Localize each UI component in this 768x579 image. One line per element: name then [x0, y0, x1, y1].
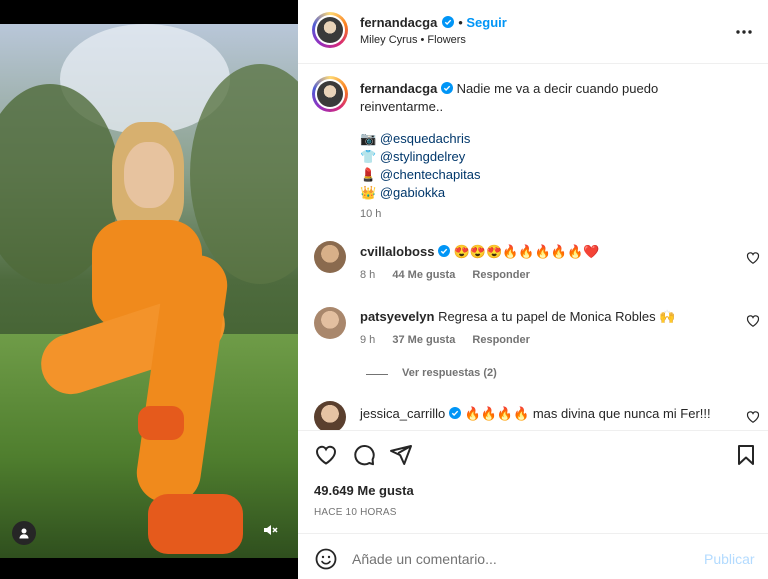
mention-link[interactable]: @chentechapitas: [380, 167, 481, 182]
follow-button[interactable]: Seguir: [466, 15, 506, 30]
caption-text-line2: reinventarme..: [360, 99, 444, 114]
verified-badge-icon: [438, 245, 451, 257]
credit-line: 👑 @gabiokka: [360, 184, 740, 202]
like-comment-heart-icon[interactable]: [746, 314, 760, 328]
comments-scroll-area[interactable]: fernandacga Nadie me va a decir cuando p…: [298, 64, 768, 430]
comment-text: 🔥🔥🔥🔥 mas divina que nunca mi Fer!!!: [464, 406, 711, 421]
avatar[interactable]: [314, 307, 346, 339]
shirt-icon: 👕: [360, 149, 377, 164]
caption: fernandacga Nadie me va a decir cuando p…: [360, 80, 740, 220]
post-time[interactable]: HACE 10 HORAS: [314, 507, 397, 518]
share-plane-icon[interactable]: [389, 443, 413, 467]
more-options-icon[interactable]: [734, 22, 754, 42]
comment-username[interactable]: cvillaloboss: [360, 244, 434, 259]
comment-input[interactable]: Añade un comentario...: [352, 551, 497, 567]
comment-text: 😍😍😍🔥🔥🔥🔥🔥❤️: [453, 244, 600, 259]
author-username[interactable]: fernandacga: [360, 15, 437, 30]
comment-username[interactable]: patsyevelyn: [360, 309, 434, 324]
crown-icon: 👑: [360, 185, 377, 200]
caption-author-avatar[interactable]: [312, 76, 348, 112]
comment-text: Regresa a tu papel de Monica Robles 🙌: [438, 309, 676, 324]
caption-time[interactable]: 10 h: [360, 208, 740, 220]
comment-time[interactable]: 8 h: [360, 269, 375, 281]
avatar[interactable]: [314, 241, 346, 273]
verified-badge-icon: [441, 16, 454, 28]
like-comment-heart-icon[interactable]: [746, 251, 760, 265]
comment: patsyevelyn Regresa a tu papel de Monica…: [360, 308, 730, 346]
reply-button[interactable]: Responder: [472, 334, 529, 346]
mention-link[interactable]: @stylingdelrey: [380, 149, 465, 164]
lipstick-icon: 💄: [360, 167, 377, 182]
replies-divider: [366, 374, 388, 375]
emoji-icon[interactable]: [314, 547, 338, 571]
verified-badge-icon: [448, 407, 461, 419]
tagged-user-icon[interactable]: [12, 521, 36, 545]
post-image[interactable]: [0, 24, 298, 558]
reply-button[interactable]: Responder: [472, 269, 529, 281]
comment: jessica_carrillo 🔥🔥🔥🔥 mas divina que nun…: [360, 405, 740, 423]
credit-line: 💄 @chentechapitas: [360, 166, 740, 184]
avatar[interactable]: [314, 401, 346, 430]
mention-link[interactable]: @esquedachris: [380, 131, 471, 146]
author-avatar[interactable]: [312, 12, 348, 48]
like-heart-icon[interactable]: [314, 443, 338, 467]
comment-time[interactable]: 9 h: [360, 334, 375, 346]
likes-count[interactable]: 49.649 Me gusta: [314, 483, 414, 498]
view-replies-button[interactable]: Ver respuestas (2): [402, 367, 497, 379]
like-comment-heart-icon[interactable]: [746, 410, 760, 424]
camera-icon: 📷: [360, 131, 377, 146]
credit-line: 👕 @stylingdelrey: [360, 148, 740, 166]
comment: cvillaloboss 😍😍😍🔥🔥🔥🔥🔥❤️ 8 h 44 Me gusta …: [360, 243, 730, 281]
muted-speaker-icon[interactable]: [258, 518, 282, 542]
caption-username[interactable]: fernandacga: [360, 81, 437, 96]
comment-bubble-icon[interactable]: [352, 443, 376, 467]
audio-track[interactable]: Miley Cyrus • Flowers: [360, 34, 466, 46]
caption-text-line1: Nadie me va a decir cuando puedo: [456, 81, 659, 96]
comment-likes[interactable]: 37 Me gusta: [392, 334, 455, 346]
bookmark-icon[interactable]: [734, 443, 758, 467]
verified-badge-icon: [440, 82, 453, 94]
post-header: fernandacga • Seguir Miley Cyrus • Flowe…: [298, 0, 768, 64]
publish-button[interactable]: Publicar: [704, 551, 755, 567]
comment-likes[interactable]: 44 Me gusta: [392, 269, 455, 281]
mention-link[interactable]: @gabiokka: [380, 185, 445, 200]
comment-username[interactable]: jessica_carrillo: [360, 406, 445, 421]
credit-line: 📷 @esquedachris: [360, 130, 740, 148]
post-actions: 49.649 Me gusta HACE 10 HORAS Añade un c…: [298, 430, 768, 579]
post-side-panel: fernandacga • Seguir Miley Cyrus • Flowe…: [298, 0, 768, 579]
